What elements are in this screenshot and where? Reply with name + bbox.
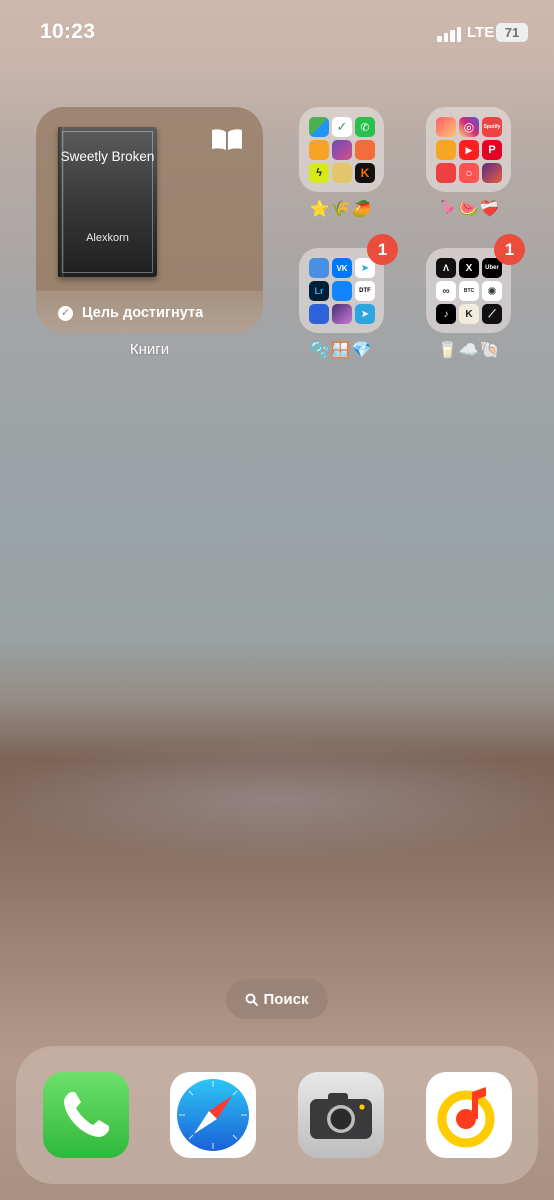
app-icon — [309, 304, 329, 324]
game-icon — [332, 304, 352, 324]
flame-icon — [436, 117, 456, 137]
folder-label-2: 🦩🍉❤️‍🩹 — [437, 201, 501, 218]
tiktok-icon: ♪ — [436, 304, 456, 324]
link-icon: ∞ — [436, 281, 456, 301]
status-time: 10:23 — [40, 20, 96, 43]
folder-label-4: 🥛☁️🐚 — [437, 342, 501, 359]
camera-icon — [310, 1093, 372, 1139]
app-icon: ○ — [459, 163, 479, 183]
checkmark-icon: ✓ — [58, 305, 73, 321]
network-type: LTE — [467, 24, 495, 41]
photos-app-icon — [332, 140, 352, 160]
safari-app[interactable] — [170, 1072, 256, 1158]
whatsapp-icon: ✆ — [355, 117, 375, 137]
app-icon: BTC — [459, 281, 479, 301]
maps-icon — [309, 117, 329, 137]
battery-icon: 71 — [496, 23, 528, 42]
camera-app[interactable] — [298, 1072, 384, 1158]
app-icon — [436, 163, 456, 183]
bolt-icon: ϟ — [309, 163, 329, 183]
phone-icon — [64, 1092, 109, 1137]
open-book-icon — [212, 129, 242, 150]
widget-label: Книги — [129, 341, 170, 358]
notification-badge: 1 — [494, 234, 525, 265]
app-icon — [309, 258, 329, 278]
bluesky-icon — [332, 281, 352, 301]
game-icon — [482, 163, 502, 183]
youtube-icon: ▶ — [459, 140, 479, 160]
kinopoisk-icon: K — [355, 163, 375, 183]
search-icon — [245, 993, 259, 1006]
compass-icon — [177, 1079, 249, 1151]
books-app-icon — [309, 140, 329, 160]
book-title: Sweetly Broken — [60, 149, 155, 164]
search-label: Поиск — [263, 990, 309, 1008]
instagram-icon: ◎ — [459, 117, 479, 137]
telegram-x-icon: ➤ — [355, 304, 375, 324]
app-icon — [436, 140, 456, 160]
app-folder-1[interactable]: ✓ ✆ ϟ K — [299, 107, 384, 192]
app-folder-2[interactable]: ◎ Spotify ▶ P ○ — [426, 107, 511, 192]
goal-text: Цель достигнута — [82, 305, 204, 321]
x-icon: X — [459, 258, 479, 278]
book-author: Alexkorn — [86, 232, 129, 244]
app-icon: ⟋ — [482, 304, 502, 324]
app-icon: K — [459, 304, 479, 324]
app-icon: Spotify — [482, 117, 502, 137]
app-icon: Λ — [436, 258, 456, 278]
book-cover: Sweetly Broken Alexkorn — [58, 127, 157, 277]
search-button[interactable]: Поиск — [226, 979, 328, 1019]
aperture-icon: ✺ — [482, 281, 502, 301]
pinterest-icon: P — [482, 140, 502, 160]
mail-icon — [355, 140, 375, 160]
vk-icon: VK — [332, 258, 352, 278]
books-widget[interactable]: Sweetly Broken Alexkorn ✓ Цель достигнут… — [36, 107, 263, 333]
lightroom-icon: Lr — [309, 281, 329, 301]
signal-icon — [437, 26, 463, 42]
goal-status: ✓ Цель достигнута — [58, 305, 203, 321]
dtf-icon: DTF — [355, 281, 375, 301]
phone-app[interactable] — [43, 1072, 129, 1158]
yandex-music-app[interactable] — [426, 1072, 512, 1158]
ticktick-icon: ✓ — [332, 117, 352, 137]
status-bar: 10:23 LTE 71 — [0, 0, 554, 66]
notification-badge: 1 — [367, 234, 398, 265]
folder-label-1: ⭐🌾🥭 — [309, 201, 373, 218]
game-icon — [332, 163, 352, 183]
folder-label-3: 🫧🪟💎 — [309, 342, 373, 359]
music-note-icon — [437, 1087, 495, 1148]
